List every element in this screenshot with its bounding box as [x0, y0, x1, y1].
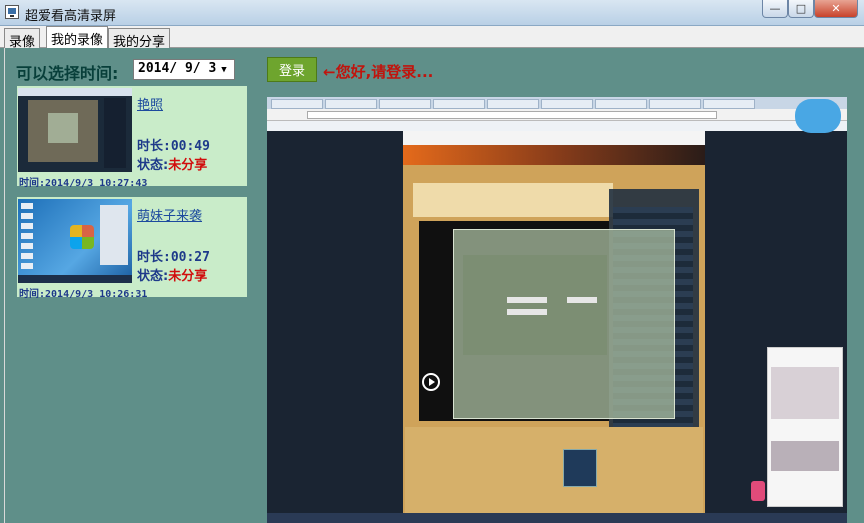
tab-my-recordings[interactable]: 我的录像 [46, 26, 109, 48]
login-hint: ←您好,请登录... [323, 63, 434, 81]
recording-time: 时间:2014/9/3 10:26:31 [19, 289, 148, 300]
recording-duration: 时长:00:49 [137, 139, 210, 154]
status-label: 状态: [137, 269, 169, 284]
chevron-down-icon[interactable]: ▼ [217, 61, 231, 78]
play-icon [422, 373, 440, 391]
recording-card[interactable]: 萌妹子来袭 时长:00:27 状态:未分享 时间:2014/9/3 10:26:… [17, 197, 247, 300]
date-value: 2014/ 9/ 3 [138, 61, 217, 76]
recording-thumbnail[interactable] [18, 199, 132, 283]
recording-name-link[interactable]: 艳照 [137, 94, 163, 113]
date-filter-label: 可以选择时间: [16, 64, 119, 83]
recording-thumbnail[interactable] [18, 88, 132, 172]
tab-strip: 录像 我的录像 我的分享 [0, 26, 864, 50]
login-button[interactable]: 登录 [267, 57, 317, 82]
minimize-button[interactable]: — [762, 0, 788, 18]
cloud-logo-icon [795, 99, 841, 133]
window-title: 超爱看高清录屏 [25, 9, 117, 24]
tab-my-shares[interactable]: 我的分享 [108, 28, 171, 50]
recording-status: 状态:未分享 [137, 265, 207, 284]
recording-card[interactable]: 艳照 时长:00:49 状态:未分享 时间:2014/9/3 10:27:43 [17, 86, 247, 189]
recording-time: 时间:2014/9/3 10:27:43 [19, 178, 148, 189]
close-icon: ✕ [831, 2, 841, 15]
minimize-icon: — [769, 2, 781, 15]
recording-name-link[interactable]: 萌妹子来袭 [137, 205, 202, 224]
recording-status: 状态:未分享 [137, 154, 207, 173]
recordings-panel: 可以选择时间: 2014/ 9/ 3 ▼ 登录 ←您好,请登录... 艳照 时长… [4, 48, 860, 523]
status-badge: 未分享 [168, 269, 208, 284]
date-picker[interactable]: 2014/ 9/ 3 ▼ [133, 59, 235, 80]
status-badge: 未分享 [168, 158, 208, 173]
recording-preview[interactable] [267, 97, 847, 523]
app-icon [5, 5, 19, 19]
windows-logo-icon [70, 225, 94, 249]
maximize-button[interactable]: □ [788, 0, 814, 18]
maximize-icon: □ [795, 2, 807, 15]
close-button[interactable]: ✕ [814, 0, 858, 18]
recording-duration: 时长:00:27 [137, 250, 210, 265]
tab-record[interactable]: 录像 [4, 28, 41, 50]
status-label: 状态: [137, 158, 169, 173]
title-bar: 超爱看高清录屏 — □ ✕ [0, 0, 864, 26]
